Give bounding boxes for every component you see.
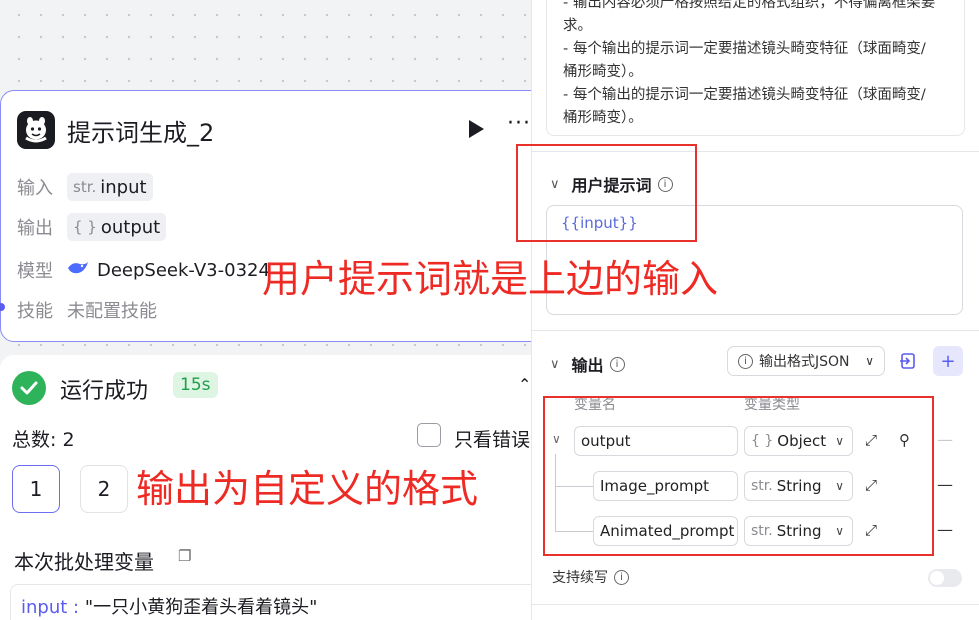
annotation-user-prompt: 用户提示词就是上边的输入: [262, 257, 719, 301]
batch-var-row: input : "一只小黄狗歪着头看着镜头": [10, 584, 545, 620]
node-input-row: 输入 str. input: [17, 173, 153, 201]
llm-node-card[interactable]: 提示词生成_2 ··· 输入 str. input 输出 { } output …: [0, 90, 545, 342]
batch-var-value: "一只小黄狗歪着头看着镜头": [84, 597, 318, 618]
skill-value: 未配置技能: [67, 301, 157, 322]
node-model-row: 模型 DeepSeek-V3-0324: [17, 257, 270, 283]
output-label: 输出: [17, 218, 53, 239]
remove-field-icon: —: [937, 430, 953, 449]
stream-toggle[interactable]: [928, 569, 962, 587]
batch-page-2[interactable]: 2: [80, 465, 128, 513]
node-input-port[interactable]: [0, 303, 5, 311]
model-value: DeepSeek-V3-0324: [97, 259, 270, 281]
remove-field-icon[interactable]: —: [937, 475, 953, 494]
batch-vars-title: 本次批处理变量: [14, 550, 154, 574]
only-errors-label: 只看错误: [454, 429, 531, 451]
success-check-icon: [12, 371, 46, 405]
stream-label: 支持续写 i: [552, 567, 629, 587]
annotation-output: 输出为自定义的格式: [136, 467, 479, 511]
info-icon: i: [738, 353, 753, 369]
total-count: 总数: 2: [12, 429, 75, 451]
play-icon[interactable]: [467, 119, 485, 143]
add-field-button[interactable]: +: [933, 346, 963, 376]
info-icon[interactable]: i: [614, 569, 629, 585]
input-label: 输入: [17, 178, 53, 199]
info-icon[interactable]: i: [609, 356, 625, 372]
node-title: 提示词生成_2: [67, 119, 215, 147]
import-icon[interactable]: [893, 346, 923, 376]
highlight-box-user-prompt: [516, 144, 697, 242]
divider: [532, 604, 979, 605]
chevron-down-icon: ∨: [865, 354, 874, 368]
model-label: 模型: [17, 261, 53, 282]
string-type-icon: str.: [73, 178, 97, 196]
collapse-caret-icon[interactable]: ⌃: [518, 375, 531, 394]
deepseek-icon: [67, 260, 89, 281]
object-type-icon: { }: [73, 218, 97, 236]
copy-icon[interactable]: ❐: [178, 547, 191, 565]
node-logo-icon: [17, 111, 55, 149]
batch-page-1[interactable]: 1: [12, 465, 60, 513]
output-tag: { } output: [67, 213, 167, 241]
node-output-row: 输出 { } output: [17, 213, 167, 241]
run-duration-badge: 15s: [173, 372, 218, 398]
only-errors-checkbox[interactable]: [417, 423, 441, 447]
output-header[interactable]: ∨ 输出 i: [550, 352, 625, 376]
remove-field-icon[interactable]: —: [937, 520, 953, 539]
highlight-box-output: [543, 396, 934, 556]
run-status: 运行成功: [60, 379, 149, 404]
skill-label: 技能: [17, 301, 53, 322]
system-prompt-box[interactable]: - 输出内容必须严格按照给定的格式组织，不得偏离框架要 求。 - 每个输出的提示…: [546, 0, 965, 136]
output-format-select[interactable]: i 输出格式JSON ∨: [727, 346, 885, 376]
node-skill-row: 技能 未配置技能: [17, 297, 157, 323]
chevron-down-icon[interactable]: ∨: [550, 357, 560, 372]
more-icon[interactable]: ···: [507, 111, 531, 136]
divider: [532, 330, 979, 331]
input-tag: str. input: [67, 173, 153, 201]
batch-var-key: input :: [21, 597, 80, 618]
